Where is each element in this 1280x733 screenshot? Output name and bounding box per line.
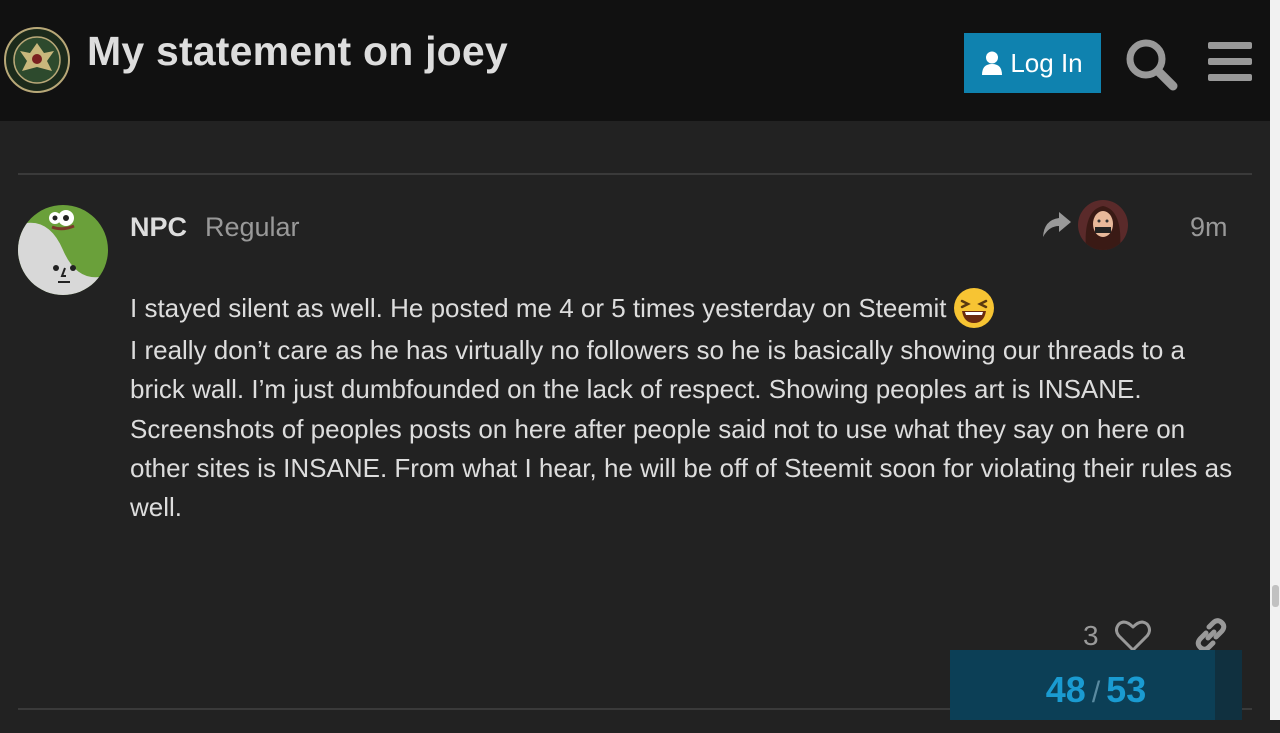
link-icon	[1195, 618, 1227, 652]
laughing-emoji-icon	[953, 287, 995, 329]
menu-button[interactable]	[1206, 40, 1256, 84]
topic-progress[interactable]: 48/53	[950, 650, 1242, 720]
site-header: My statement on joey Log In	[0, 0, 1270, 121]
share-link-button[interactable]	[1193, 617, 1229, 653]
site-logo[interactable]	[4, 27, 70, 93]
scrollbar-thumb[interactable]	[1272, 585, 1279, 607]
scrollbar-track[interactable]	[1270, 0, 1280, 720]
login-button[interactable]: Log In	[964, 33, 1101, 93]
topic-title[interactable]: My statement on joey	[87, 28, 508, 75]
post-username[interactable]: NPC	[130, 212, 187, 243]
post-paragraph: I really don’t care as he has virtually …	[130, 335, 1233, 522]
post-date[interactable]: 9m	[1190, 212, 1228, 243]
progress-total: 53	[1106, 669, 1147, 710]
search-button[interactable]	[1124, 37, 1178, 91]
user-icon	[982, 51, 1003, 75]
user-title: Regular	[205, 212, 300, 242]
login-label: Log In	[1010, 47, 1083, 78]
post-body: I stayed silent as well. He posted me 4 …	[130, 287, 1240, 527]
progress-separator: /	[1091, 676, 1101, 709]
like-count[interactable]: 3	[1083, 620, 1099, 652]
reply-to-icon[interactable]	[1041, 210, 1073, 240]
progress-current: 48	[1045, 669, 1086, 710]
topic-progress-text: 48/53	[950, 650, 1242, 733]
hamburger-icon	[1208, 42, 1252, 81]
post-divider-top	[18, 173, 1252, 175]
post-paragraph: I stayed silent as well. He posted me 4 …	[130, 287, 1240, 331]
heart-icon	[1115, 620, 1151, 652]
user-avatar[interactable]	[18, 205, 108, 295]
search-icon	[1126, 39, 1178, 91]
like-button[interactable]	[1115, 619, 1151, 653]
reply-to-avatar[interactable]	[1078, 200, 1128, 250]
